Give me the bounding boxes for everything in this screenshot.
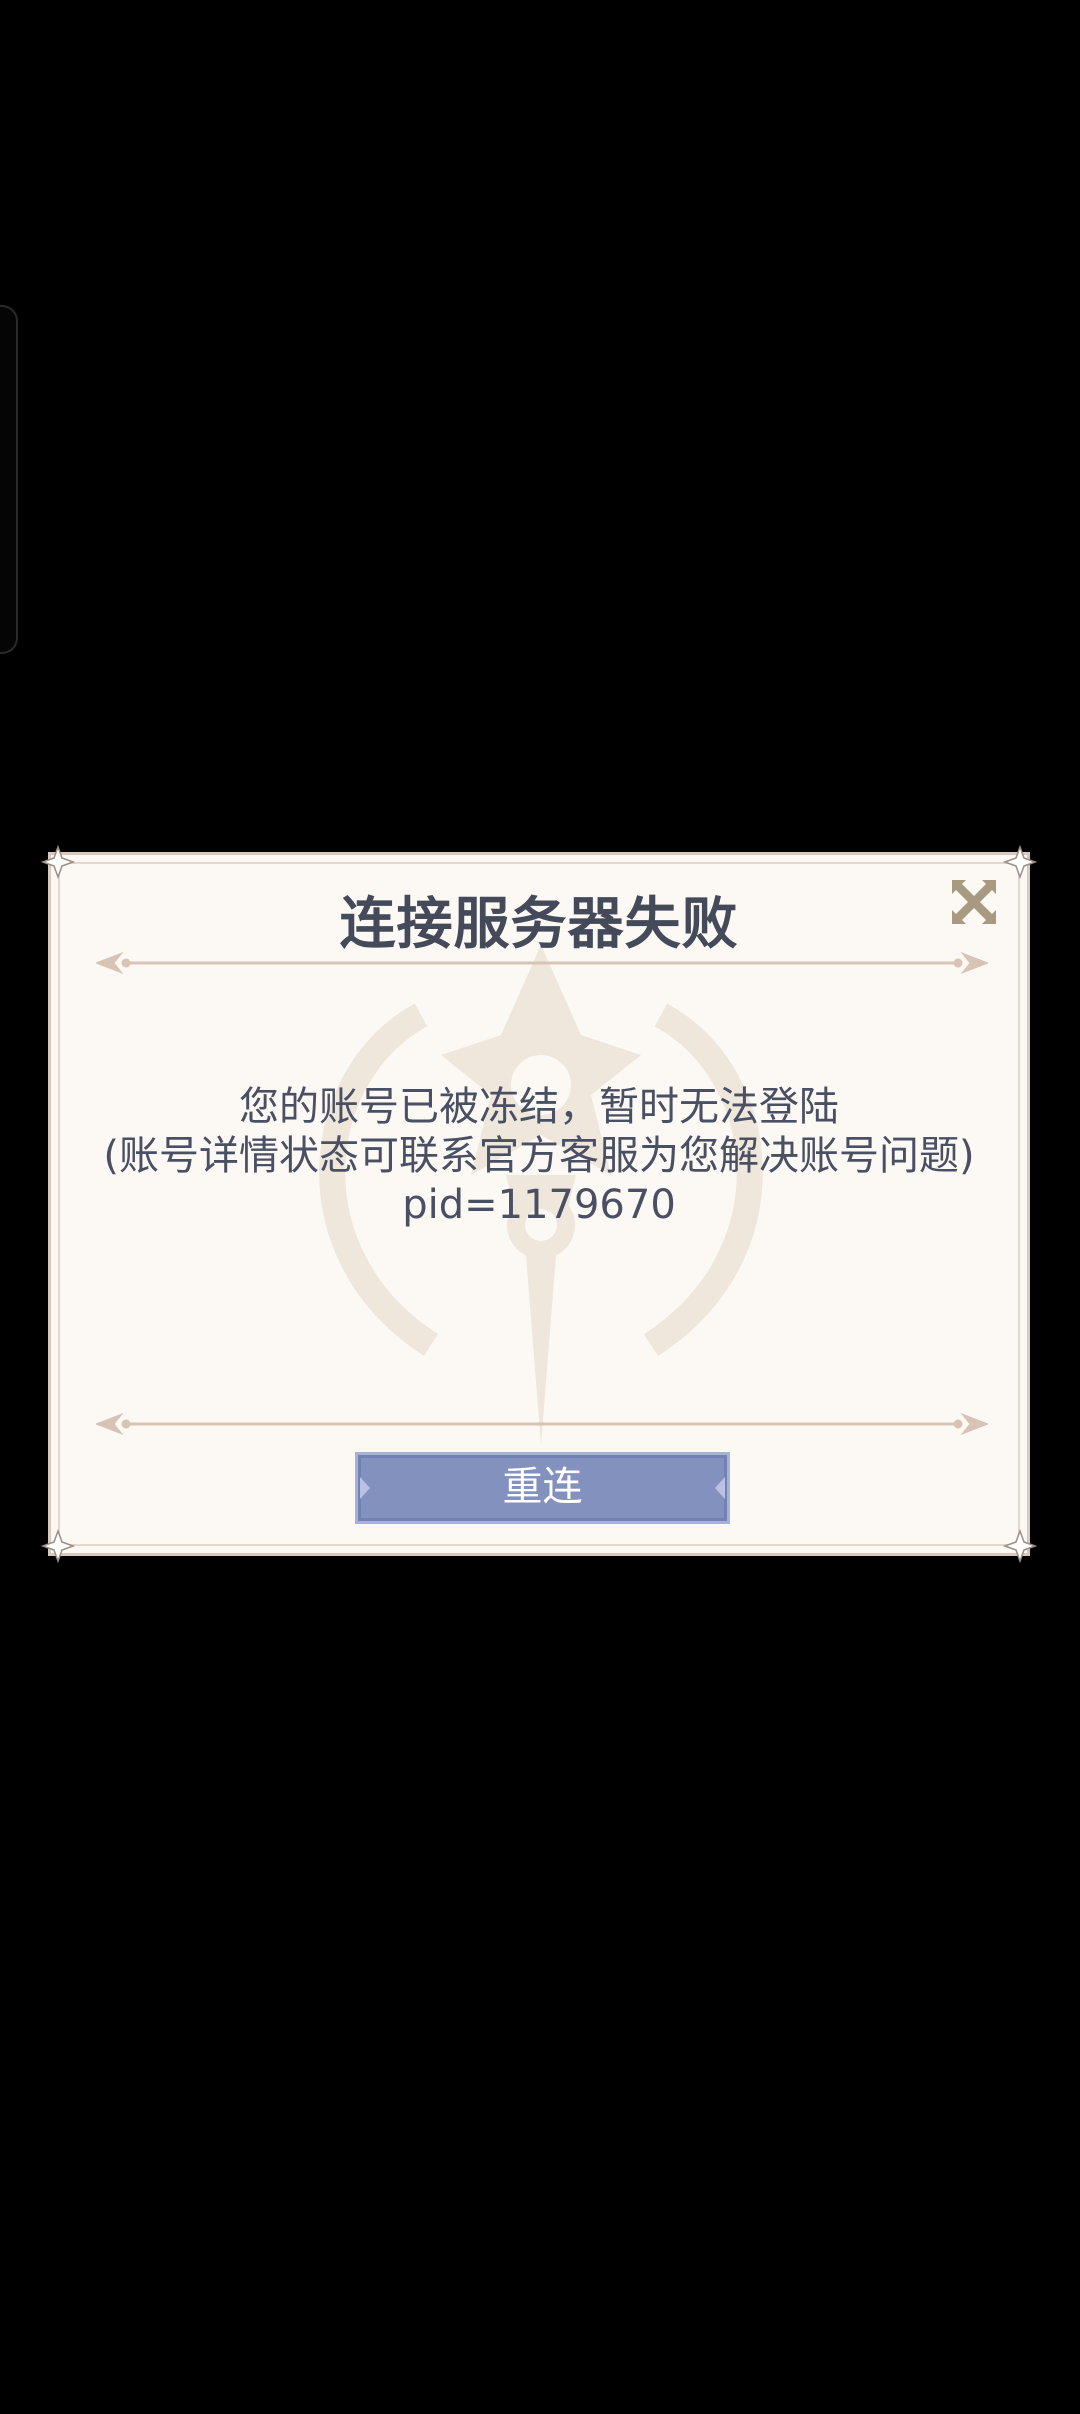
bottom-ornamental-divider xyxy=(96,1412,988,1436)
corner-ornament-icon xyxy=(41,845,75,879)
reconnect-button[interactable]: 重连 xyxy=(355,1452,730,1524)
corner-ornament-icon xyxy=(1003,845,1037,879)
message-line-contact: (账号详情状态可联系官方客服为您解决账号问题) xyxy=(103,1133,975,1179)
game-screen: 连接服务器失败 您的账号已被冻结，暂时无法登陆 (账号详情状态可联系官方客服为您… xyxy=(0,0,1080,2414)
button-notch-icon xyxy=(715,1477,725,1499)
side-gesture-handle[interactable] xyxy=(0,305,18,654)
dialog-message: 您的账号已被冻结，暂时无法登陆 (账号详情状态可联系官方客服为您解决账号问题) … xyxy=(51,1083,1027,1230)
corner-ornament-icon xyxy=(41,1529,75,1563)
message-line-pid: pid=1179670 xyxy=(402,1182,676,1228)
message-line-frozen: 您的账号已被冻结，暂时无法登陆 xyxy=(239,1084,839,1130)
dialog-title: 连接服务器失败 xyxy=(339,892,739,957)
reconnect-button-label: 重连 xyxy=(502,1464,583,1510)
connection-failed-dialog: 连接服务器失败 您的账号已被冻结，暂时无法登陆 (账号详情状态可联系官方客服为您… xyxy=(41,845,1037,1563)
top-ornamental-divider xyxy=(96,951,988,975)
close-icon[interactable] xyxy=(949,877,999,927)
button-notch-icon xyxy=(360,1477,370,1499)
corner-ornament-icon xyxy=(1003,1529,1037,1563)
